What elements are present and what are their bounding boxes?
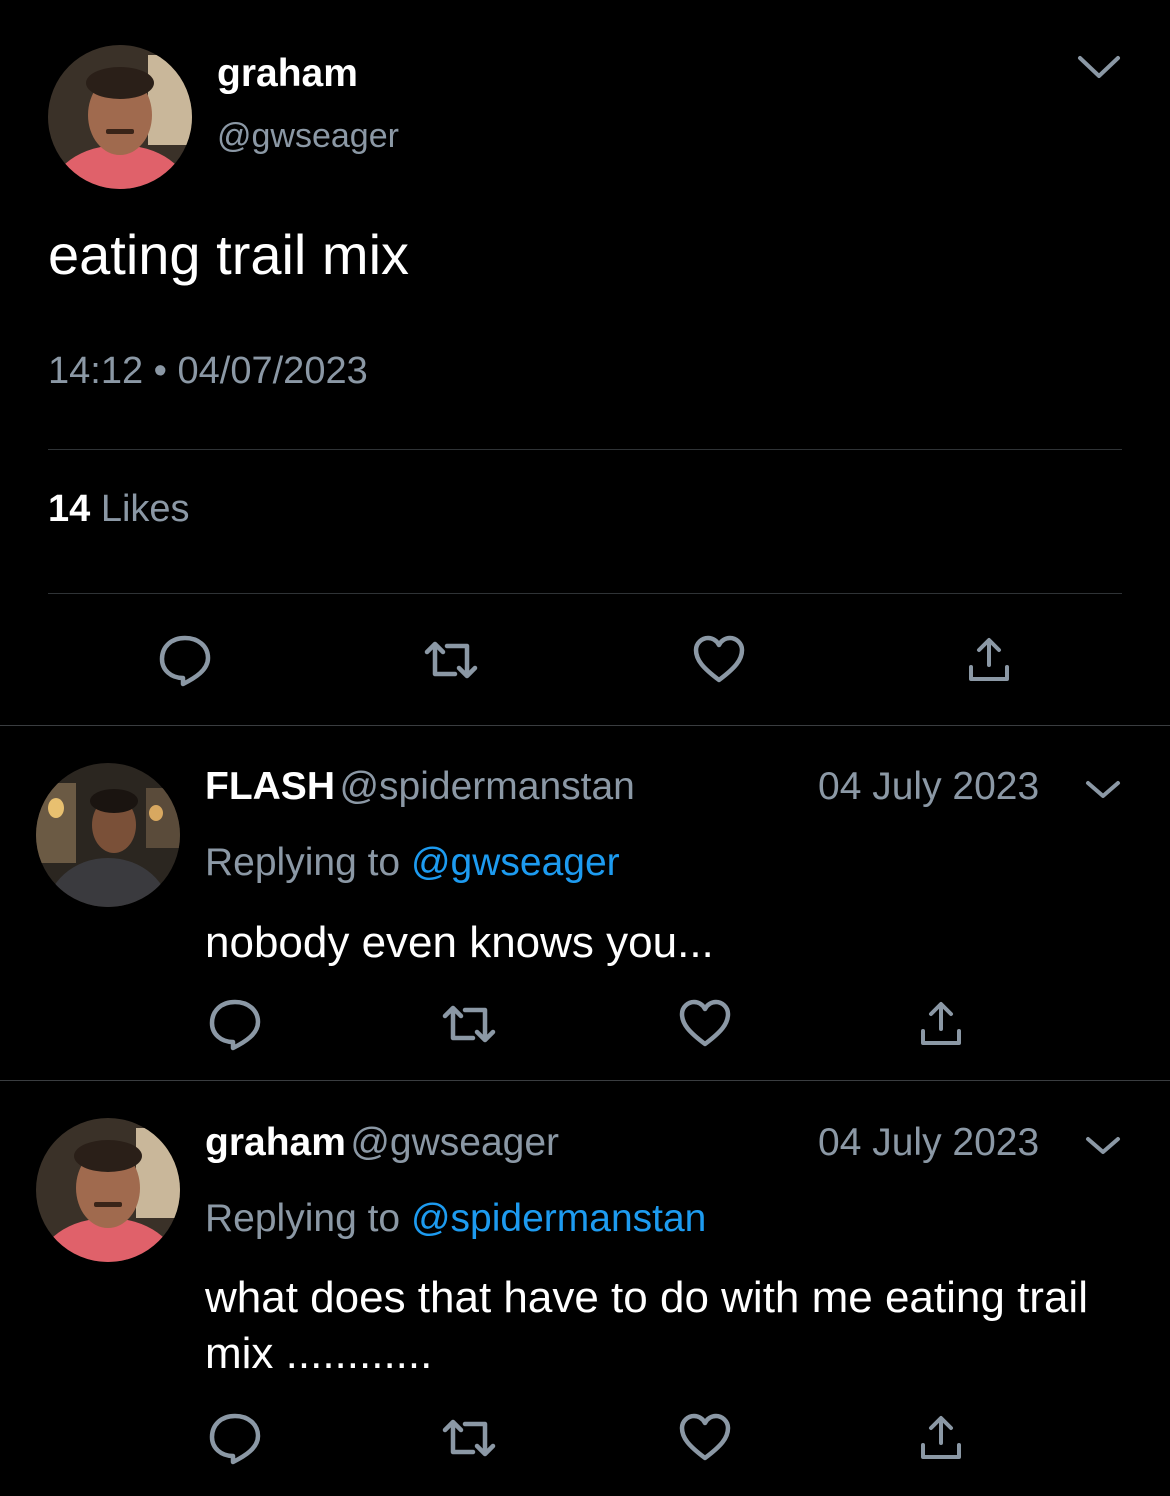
reply-text: nobody even knows you... [205, 918, 714, 967]
retweet-icon[interactable] [438, 994, 500, 1054]
divider [48, 449, 1122, 450]
likes-count[interactable]: 14 Likes [48, 488, 190, 531]
share-icon[interactable] [912, 1410, 970, 1466]
divider [0, 1080, 1170, 1081]
author-handle[interactable]: @gwseager [350, 1121, 559, 1164]
like-icon[interactable] [676, 1408, 734, 1466]
avatar[interactable] [36, 1118, 180, 1262]
reply-text: what does that have to do with me eating… [205, 1273, 1088, 1378]
tweet-timestamp: 14:12 • 04/07/2023 [48, 350, 368, 393]
reply-icon[interactable] [155, 630, 215, 690]
reply-icon[interactable] [205, 1408, 265, 1468]
author-name[interactable]: graham [217, 52, 358, 96]
like-icon[interactable] [676, 994, 734, 1052]
tweet-text: eating trail mix [48, 223, 410, 286]
retweet-icon[interactable] [438, 1408, 500, 1468]
author-name[interactable]: graham [205, 1121, 346, 1164]
replying-to: Replying to @gwseager [205, 841, 620, 885]
reply-header: FLASH @spidermanstan [205, 765, 635, 809]
reply-date: 04 July 2023 [818, 765, 1040, 808]
share-icon[interactable] [912, 996, 970, 1052]
like-icon[interactable] [690, 630, 748, 688]
avatar[interactable] [48, 45, 192, 189]
chevron-down-icon[interactable] [1082, 775, 1124, 805]
likes-number: 14 [48, 488, 91, 530]
reply-icon[interactable] [205, 994, 265, 1054]
replying-to: Replying to @spidermanstan [205, 1197, 706, 1241]
chevron-down-icon[interactable] [1074, 50, 1124, 86]
likes-label: Likes [100, 488, 190, 530]
avatar[interactable] [36, 763, 180, 907]
author-name[interactable]: FLASH [205, 765, 335, 808]
replying-to-link[interactable]: @spidermanstan [411, 1197, 706, 1240]
retweet-icon[interactable] [420, 630, 482, 690]
replying-prefix: Replying to [205, 1197, 401, 1240]
replying-to-link[interactable]: @gwseager [411, 841, 620, 884]
replying-prefix: Replying to [205, 841, 401, 884]
reply-header: graham @gwseager [205, 1121, 559, 1165]
share-icon[interactable] [960, 632, 1018, 688]
separator-dot: • [153, 350, 167, 392]
tweet-time: 14:12 [48, 350, 144, 392]
reply-date: 04 July 2023 [818, 1121, 1040, 1164]
divider [48, 593, 1122, 594]
author-handle[interactable]: @spidermanstan [339, 765, 634, 808]
divider [0, 725, 1170, 726]
tweet-date: 04/07/2023 [177, 350, 368, 392]
author-handle[interactable]: @gwseager [217, 117, 399, 156]
chevron-down-icon[interactable] [1082, 1131, 1124, 1161]
